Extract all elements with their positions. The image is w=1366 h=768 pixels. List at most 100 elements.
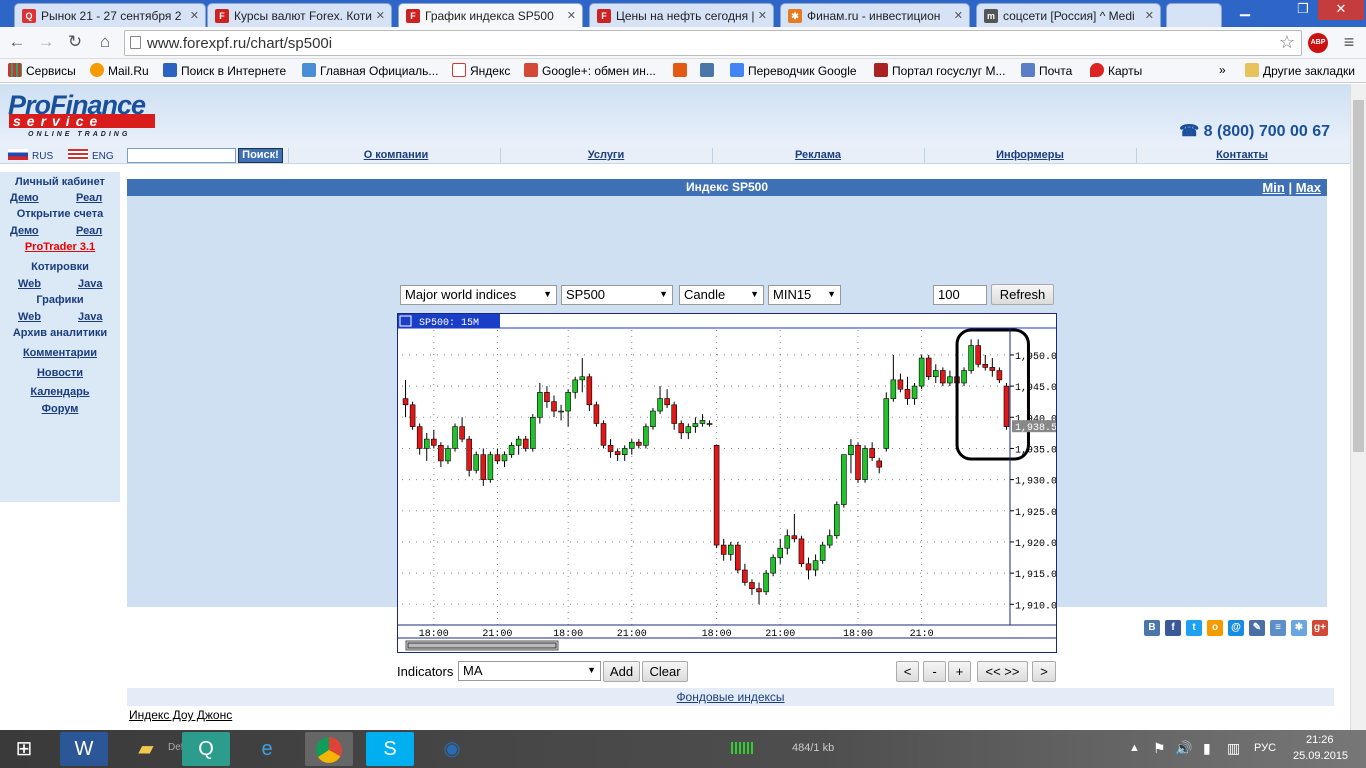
app-q-icon[interactable]: Q (182, 732, 230, 766)
bookmark-search[interactable]: Поиск в Интернете (163, 63, 286, 78)
sidebar-calendar[interactable]: Календарь (0, 386, 120, 398)
scroll-left-button[interactable]: < (896, 661, 919, 682)
tray-arrow-icon[interactable]: ▲ (1129, 742, 1140, 754)
liveinternet-share-icon[interactable]: ≡ (1270, 620, 1286, 636)
blogger-share-icon[interactable]: ✱ (1291, 620, 1307, 636)
forward-icon[interactable]: → (35, 31, 57, 53)
twitter-share-icon[interactable]: t (1186, 620, 1202, 636)
explorer-icon[interactable]: ▰ (122, 732, 170, 766)
back-icon[interactable]: ← (6, 31, 28, 53)
sidebar-comments[interactable]: Комментарии (0, 347, 120, 359)
nav-informers[interactable]: Информеры (924, 149, 1136, 161)
close-icon[interactable]: ✕ (758, 9, 767, 22)
flag-icon[interactable]: ⚑ (1153, 740, 1166, 757)
sidebar-demo[interactable]: Демо (10, 225, 39, 237)
zoom-out-button[interactable]: - (923, 661, 946, 682)
bars-count-input[interactable]: 100 (933, 285, 987, 305)
add-indicator-button[interactable]: Add (603, 661, 640, 682)
facebook-share-icon[interactable]: f (1165, 620, 1181, 636)
sidebar-forum[interactable]: Форум (0, 403, 120, 415)
close-icon[interactable]: ✕ (567, 9, 576, 22)
sidebar-demo[interactable]: Демо (10, 192, 39, 204)
close-window-icon[interactable]: ✕ (1318, 0, 1364, 20)
min-link[interactable]: Min (1262, 180, 1284, 195)
googleplus-share-icon[interactable]: g+ (1312, 620, 1328, 636)
tab-kursy[interactable]: F Курсы валют Forex. Коти ✕ (207, 3, 392, 27)
lang-ru[interactable]: RUS (8, 149, 53, 162)
adblock-icon[interactable]: ABP (1308, 33, 1328, 53)
bookmark-gosuslugi[interactable]: Портал госуслуг М... (874, 63, 1005, 78)
bookmark-mailru[interactable]: Mail.Ru (90, 63, 149, 78)
sidebar-protrader[interactable]: ProTrader 3.1 (0, 241, 120, 253)
close-icon[interactable]: ✕ (1145, 9, 1154, 22)
mailru-share-icon[interactable]: @ (1228, 620, 1244, 636)
other-bookmarks[interactable]: Другие закладки (1245, 63, 1355, 78)
bookmark-services[interactable]: Сервисы (8, 63, 76, 78)
nav-contacts[interactable]: Контакты (1136, 149, 1348, 161)
site-search-input[interactable] (127, 148, 236, 163)
language-indicator[interactable]: РУС (1254, 742, 1276, 754)
clock-time[interactable]: 21:26 (1306, 734, 1334, 746)
clock-date[interactable]: 25.09.2015 (1293, 750, 1348, 762)
tab-sp500[interactable]: F График индекса SP500 ✕ (398, 3, 583, 27)
page-scrollbar[interactable] (1350, 84, 1366, 730)
ie-icon[interactable]: e (243, 732, 291, 766)
nav-services[interactable]: Услуги (500, 149, 712, 161)
livejournal-share-icon[interactable]: ✎ (1249, 620, 1265, 636)
bookmark-yandex[interactable]: Яндекс (452, 63, 510, 78)
star-icon[interactable]: ☆ (1279, 32, 1295, 53)
chart-type-select[interactable]: Candle ▼ (679, 285, 764, 305)
nav-ads[interactable]: Реклама (712, 149, 924, 161)
price-chart[interactable]: SP500: 15M 1,910.00 1,915.00 1,920.00 1,925… (397, 313, 1063, 653)
site-search-button[interactable]: Поиск! (238, 148, 283, 163)
nav-about[interactable]: О компании (290, 149, 502, 161)
max-link[interactable]: Max (1296, 180, 1321, 195)
battery-icon[interactable]: ▮ (1203, 740, 1211, 757)
minimize-icon[interactable]: ▁ (1230, 0, 1260, 20)
chrome-icon[interactable] (305, 732, 353, 766)
tab-socseti[interactable]: m соцсети [Россия] ^ Medi ✕ (976, 3, 1161, 27)
network-icon[interactable]: ▥ (1227, 740, 1240, 757)
bookmark-maps[interactable]: Карты (1090, 63, 1142, 78)
reload-icon[interactable]: ↻ (64, 31, 86, 53)
bookmark-shield[interactable] (673, 63, 691, 78)
sidebar-java[interactable]: Java (78, 311, 102, 323)
close-icon[interactable]: ✕ (954, 9, 963, 22)
scroll-right-button[interactable]: > (1032, 661, 1056, 682)
close-icon[interactable]: ✕ (376, 9, 385, 22)
sidebar-real[interactable]: Реал (76, 225, 102, 237)
bookmark-googleplus[interactable]: Google+: обмен ин... (524, 63, 656, 78)
maximize-icon[interactable]: ❐ (1288, 0, 1318, 20)
vk-share-icon[interactable]: B (1144, 620, 1160, 636)
sidebar-web[interactable]: Web (18, 278, 41, 290)
bookmark-main[interactable]: Главная Официаль... (302, 63, 438, 78)
url-bar[interactable]: www.forexpf.ru/chart/sp500i ☆ (124, 30, 1302, 56)
fit-all-button[interactable]: << >> (977, 661, 1028, 682)
windows-start-icon[interactable]: ⊞ (0, 732, 48, 766)
skype-icon[interactable]: S (366, 732, 414, 766)
sidebar-archive[interactable]: Архив аналитики (0, 327, 120, 339)
refresh-button[interactable]: Refresh (991, 284, 1054, 305)
zoom-in-button[interactable]: + (948, 661, 971, 682)
sidebar-real[interactable]: Реал (76, 192, 102, 204)
chart-scroll-thumb[interactable] (407, 642, 557, 649)
symbol-select[interactable]: SP500 ▼ (561, 285, 673, 305)
group-select[interactable]: Major world indices ▼ (400, 285, 557, 305)
close-icon[interactable]: ✕ (190, 9, 199, 22)
odnoklassniki-share-icon[interactable]: o (1207, 620, 1223, 636)
tab-neft[interactable]: F Цены на нефть сегодня | ✕ (589, 3, 774, 27)
sidebar-news[interactable]: Новости (0, 367, 120, 379)
scrollbar-thumb[interactable] (1353, 100, 1364, 452)
volume-icon[interactable]: 🔊 (1175, 740, 1192, 757)
sidebar-java[interactable]: Java (78, 278, 102, 290)
app-logo-icon[interactable]: ◉ (428, 732, 476, 766)
lang-en[interactable]: ENG (68, 149, 114, 162)
bookmark-translate[interactable]: Переводчик Google (730, 63, 857, 78)
indicator-select[interactable]: MA ▼ (458, 661, 601, 681)
dow-jones-link[interactable]: Индекс Доу Джонс (129, 708, 232, 722)
menu-icon[interactable]: ≡ (1338, 31, 1360, 53)
bookmark-vk[interactable] (700, 63, 718, 78)
bookmark-mail[interactable]: Почта (1021, 63, 1072, 78)
tab-rynok[interactable]: Q Рынок 21 - 27 сентября 2 ✕ (14, 3, 206, 27)
word-icon[interactable]: W (60, 732, 108, 766)
